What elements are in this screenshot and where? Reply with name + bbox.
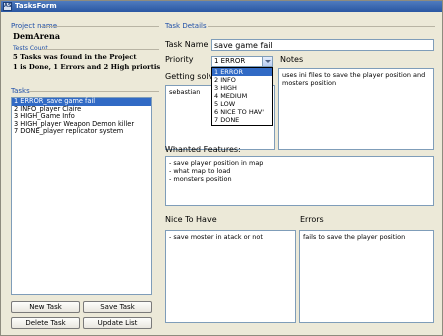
priority-label: Priority — [165, 55, 194, 64]
wanted-features-label: Whanted Features: — [165, 145, 241, 154]
priority-combobox[interactable]: 1 ERROR — [211, 56, 273, 67]
app-icon: ASP — [3, 2, 12, 11]
nice-to-have-line: - save moster in atack or not — [169, 233, 263, 241]
update-list-button[interactable]: Update List — [83, 317, 152, 329]
notes-line: uses ini files to save the player positi… — [282, 71, 426, 79]
new-task-button[interactable]: New Task — [11, 301, 80, 313]
task-details-group-label: Task Details — [165, 22, 207, 30]
notes-textbox[interactable]: uses ini files to save the player positi… — [278, 68, 434, 150]
notes-label: Notes — [280, 55, 304, 64]
nice-to-have-label: Nice To Have — [165, 215, 217, 224]
task-name-label: Task Name — [165, 40, 209, 49]
task-name-input[interactable]: save game fail — [211, 39, 434, 51]
notes-line: mosters position — [282, 79, 337, 87]
window-title: TasksForm — [15, 2, 57, 10]
wanted-features-textbox[interactable]: - save player position in map - what map… — [165, 156, 434, 206]
priority-option[interactable]: 5 LOW — [212, 100, 272, 108]
task-list-item[interactable]: 7 DONE_player replicator system — [12, 128, 151, 136]
priority-option[interactable]: 6 NICE TO HAV' — [212, 108, 272, 116]
wanted-feature-line: - save player position in map — [169, 159, 264, 167]
tasks-form-window: ASP TasksForm Project name DemArena Test… — [0, 0, 443, 336]
priority-dropdown-list[interactable]: 1 ERROR 2 INFO 3 HIGH 4 MEDIUM 5 LOW 6 N… — [211, 67, 273, 126]
delete-task-button[interactable]: Delete Task — [11, 317, 80, 329]
priority-option[interactable]: 7 DONE — [212, 116, 272, 124]
group-divider — [41, 49, 159, 50]
tasks-group-label: Tasks — [11, 87, 30, 95]
errors-textbox[interactable]: fails to save the player position — [299, 230, 434, 323]
tests-count-line-2: 1 is Done, 1 Errors and 2 High priortis — [13, 63, 161, 71]
tasks-listbox[interactable]: 1 ERROR_save game fail 2 INFO_player Cla… — [11, 97, 152, 295]
chevron-down-icon[interactable] — [262, 57, 272, 66]
priority-option[interactable]: 1 ERROR — [212, 68, 272, 76]
errors-label: Errors — [300, 215, 324, 224]
wanted-feature-line: - monsters position — [169, 175, 232, 183]
title-bar[interactable]: ASP TasksForm — [1, 1, 442, 12]
group-divider — [208, 26, 435, 27]
group-divider — [29, 91, 159, 92]
priority-option[interactable]: 4 MEDIUM — [212, 92, 272, 100]
priority-selected-value: 1 ERROR — [214, 57, 246, 65]
nice-to-have-textbox[interactable]: - save moster in atack or not — [165, 230, 296, 323]
tests-count-line-1: 5 Tasks was found in the Project — [13, 53, 137, 61]
group-divider — [41, 26, 159, 27]
project-name-value: DemArena — [13, 31, 61, 41]
errors-line: fails to save the player position — [303, 233, 406, 241]
priority-option[interactable]: 3 HIGH — [212, 84, 272, 92]
priority-option[interactable]: 2 INFO — [212, 76, 272, 84]
wanted-feature-line: - what map to load — [169, 167, 231, 175]
save-task-button[interactable]: Save Task — [83, 301, 152, 313]
